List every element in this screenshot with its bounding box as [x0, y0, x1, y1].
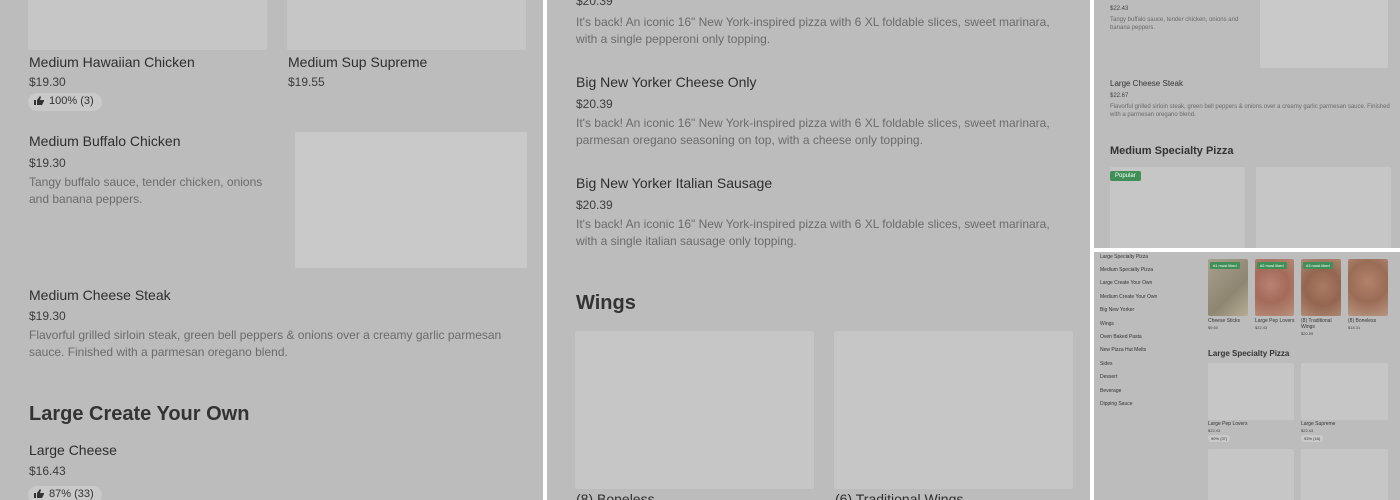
item-price: $9.60	[1208, 325, 1219, 330]
item-price: $19.30	[29, 156, 66, 170]
section-heading: Medium Specialty Pizza	[1110, 145, 1234, 157]
item-name[interactable]: Big New Yorker Cheese Only	[576, 74, 757, 90]
nav-item-medium-create-your-own[interactable]: Medium Create Your Own	[1100, 294, 1157, 300]
menu-panel-large-specialty: $22.43 Tangy buffalo sauce, tender chick…	[1094, 0, 1400, 248]
item-price: $20.39	[576, 97, 613, 111]
item-name[interactable]: Cheese Sticks	[1208, 318, 1248, 324]
item-description: Tangy buffalo sauce, tender chicken, oni…	[1110, 17, 1239, 31]
thumbs-up-icon	[34, 96, 44, 105]
item-image-sup-supreme[interactable]	[287, 0, 526, 50]
item-description: Tangy buffalo sauce, tender chicken, oni…	[29, 175, 263, 206]
nav-item-beverage[interactable]: Beverage	[1100, 388, 1121, 394]
rating-badge: 87% (33)	[28, 486, 102, 500]
item-name[interactable]: Medium Sup Supreme	[288, 54, 427, 70]
item-name[interactable]: Big New Yorker Italian Sausage	[576, 175, 772, 191]
nav-item-large-create-your-own[interactable]: Large Create Your Own	[1100, 280, 1152, 286]
item-image[interactable]	[1256, 167, 1391, 248]
item-name[interactable]: (8) Boneless	[1348, 318, 1388, 324]
item-image[interactable]	[1208, 449, 1294, 500]
section-heading: Large Specialty Pizza	[1208, 349, 1290, 358]
menu-panel-big-new-yorker: $20.39 It's back! An iconic 16" New York…	[547, 0, 1090, 500]
item-image-buffalo-chicken[interactable]	[295, 132, 527, 268]
rating-text: 100% (3)	[49, 95, 94, 107]
item-image[interactable]	[1260, 0, 1388, 68]
item-name[interactable]: Large Supreme	[1301, 421, 1335, 427]
thumbs-up-icon	[34, 489, 44, 498]
item-name[interactable]: Large Pep Lovers	[1255, 318, 1295, 324]
nav-item-large-specialty-pizza[interactable]: Large Specialty Pizza	[1100, 254, 1148, 260]
nav-item-medium-specialty-pizza[interactable]: Medium Specialty Pizza	[1100, 267, 1153, 273]
item-name[interactable]: Medium Buffalo Chicken	[29, 133, 180, 149]
item-price: $22.43	[1110, 6, 1129, 12]
rating-text: 87% (33)	[49, 488, 94, 500]
rating-badge: 90% (37)	[1208, 435, 1231, 442]
item-price: $22.43	[1301, 428, 1314, 433]
item-price: $16.43	[29, 464, 66, 478]
menu-panel-overview: Large Specialty Pizza Medium Specialty P…	[1094, 252, 1400, 500]
item-name[interactable]: Medium Hawaiian Chicken	[29, 54, 195, 70]
item-image[interactable]	[1301, 449, 1388, 500]
item-image-boneless[interactable]	[1348, 259, 1388, 316]
nav-item-oven-baked-pasta[interactable]: Oven Baked Pasta	[1100, 334, 1142, 340]
item-image-hawaiian-chicken[interactable]	[28, 0, 267, 50]
item-name[interactable]: Medium Cheese Steak	[29, 287, 171, 303]
item-description: It's back! An iconic 16" New York-inspir…	[576, 217, 1050, 248]
item-description: It's back! An iconic 16" New York-inspir…	[576, 15, 1050, 46]
most-liked-badge: #3 most liked	[1303, 262, 1333, 269]
item-price: $20.59	[1301, 331, 1314, 336]
item-price: $19.55	[288, 75, 325, 89]
item-name[interactable]: (8) Boneless	[576, 491, 655, 500]
popular-badge: Popular	[1110, 171, 1141, 181]
rating-badge: 93% (16)	[1301, 435, 1324, 442]
nav-item-sides[interactable]: Sides	[1100, 361, 1113, 367]
item-description: It's back! An iconic 16" New York-inspir…	[576, 116, 1050, 147]
nav-item-big-new-yorker[interactable]: Big New Yorker	[1100, 307, 1134, 313]
menu-panel-medium-specialty: Medium Hawaiian Chicken $19.30 100% (3) …	[0, 0, 543, 500]
item-description: Flavorful grilled sirloin steak, green b…	[29, 328, 502, 359]
nav-item-pizza-hut-melts[interactable]: New Pizza Hut Melts	[1100, 347, 1146, 353]
rating-badge: 100% (3)	[28, 93, 102, 111]
nav-item-dipping-sauce[interactable]: Dipping Sauce	[1100, 401, 1133, 407]
item-name[interactable]: (6) Traditional Wings	[835, 491, 963, 500]
item-name[interactable]: Large Cheese Steak	[1110, 79, 1183, 88]
item-price: $19.30	[29, 309, 66, 323]
item-image-traditional-wings[interactable]	[834, 331, 1073, 489]
item-price: $18.31	[1348, 325, 1361, 330]
item-image-large-pep-lovers[interactable]	[1208, 363, 1294, 420]
item-name[interactable]: (8) Traditional Wings	[1301, 318, 1341, 330]
nav-item-wings[interactable]: Wings	[1100, 321, 1114, 327]
item-name[interactable]: Large Cheese	[29, 442, 117, 458]
item-price: $22.43	[1208, 428, 1221, 433]
item-price: $20.39	[576, 0, 613, 8]
section-heading: Large Create Your Own	[29, 403, 250, 425]
item-price: $22.67	[1110, 93, 1129, 99]
item-price: $22.43	[1255, 325, 1268, 330]
item-image-large-supreme[interactable]	[1301, 363, 1388, 420]
item-name[interactable]: Large Pep Lovers	[1208, 421, 1247, 427]
section-heading: Wings	[576, 292, 636, 314]
nav-item-dessert[interactable]: Dessert	[1100, 374, 1117, 380]
most-liked-badge: #2 most liked	[1257, 262, 1287, 269]
item-price: $20.39	[576, 198, 613, 212]
item-image-boneless[interactable]	[575, 331, 814, 489]
item-description: Flavorful grilled sirloin steak, green b…	[1110, 104, 1390, 118]
most-liked-badge: #1 most liked	[1210, 262, 1240, 269]
item-price: $19.30	[29, 75, 66, 89]
